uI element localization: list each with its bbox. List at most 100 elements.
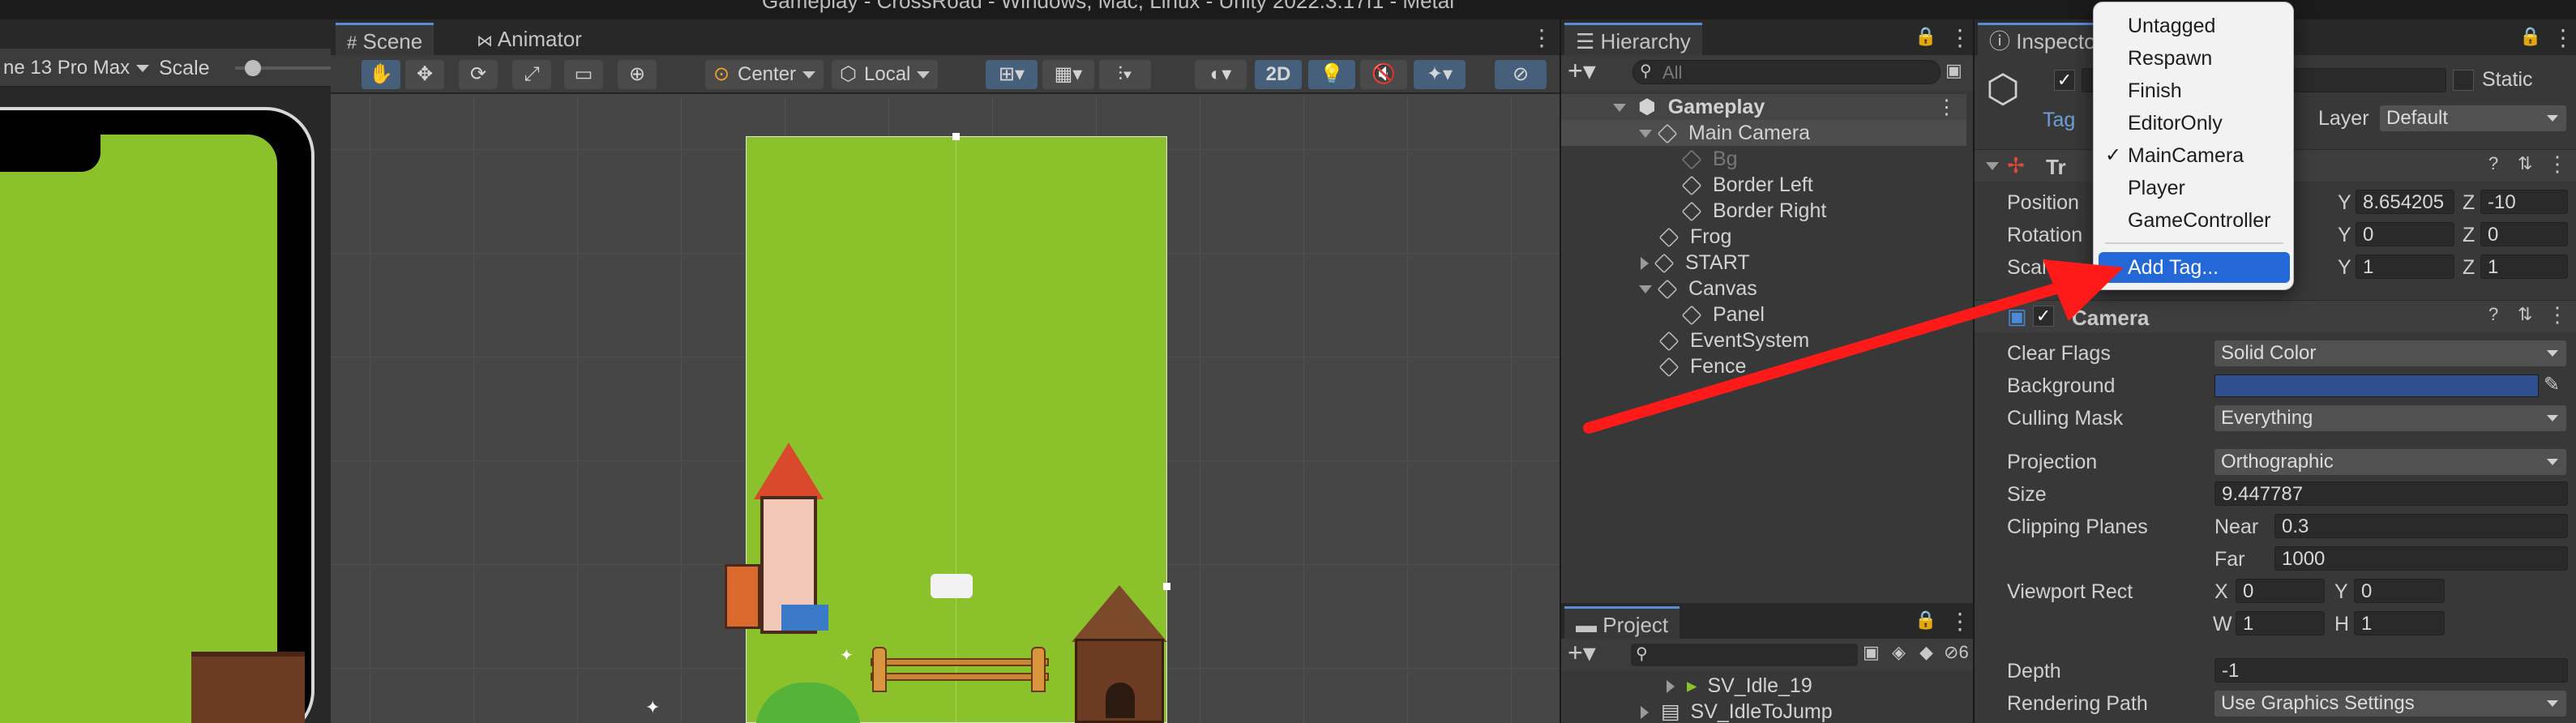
scene-panel: # Scene ⋈ Animator ⋮ ✋ ✥ ⟳ ⤢ ▭ ⊕ ⊙ Cente… xyxy=(331,19,1560,723)
active-checkbox[interactable]: ✓ xyxy=(2054,70,2075,91)
tab-inspector[interactable]: ⓘ Inspecto xyxy=(1978,23,2107,55)
scene-more-icon[interactable]: ⋮ xyxy=(1936,94,1957,120)
mode-2d-button[interactable]: 2D xyxy=(1255,60,1302,89)
search-by-label-icon[interactable]: ◈ xyxy=(1892,642,1906,663)
menu-item-respawn[interactable]: Respawn xyxy=(2094,43,2295,74)
search-by-type-icon[interactable]: ▣ xyxy=(1863,642,1880,663)
settings-icon[interactable]: ⇅ xyxy=(2518,304,2532,325)
hierarchy-item-gameplay[interactable]: ⬢ Gameplay ⋮ xyxy=(1561,94,1966,120)
clear-flags-dropdown[interactable]: Solid Color xyxy=(2214,340,2566,366)
hierarchy-search-input[interactable]: ⚲ All xyxy=(1632,60,1941,84)
tab-hierarchy[interactable]: ☰ Hierarchy xyxy=(1564,23,1702,55)
background-color-swatch[interactable] xyxy=(2214,374,2539,397)
viewport-y-field[interactable]: 0 xyxy=(2354,579,2445,603)
lighting-icon[interactable]: 💡 xyxy=(1308,60,1355,89)
tag-filter-icon[interactable]: ◆ xyxy=(1919,642,1933,663)
help-icon[interactable]: ? xyxy=(2488,153,2498,174)
hidden-objects-icon[interactable]: ⊘ xyxy=(1495,60,1547,89)
transform-icon: ✢ xyxy=(2007,153,2025,178)
projection-dropdown[interactable]: Orthographic xyxy=(2214,449,2566,475)
hierarchy-item-main-camera[interactable]: Main Camera xyxy=(1561,120,1966,146)
menu-item-maincamera[interactable]: ✓ MainCamera xyxy=(2094,140,2295,171)
move-tool-icon[interactable]: ✥ xyxy=(405,60,444,89)
static-checkbox[interactable] xyxy=(2453,70,2474,91)
rendering-path-dropdown[interactable]: Use Graphics Settings xyxy=(2214,691,2566,717)
near-field[interactable]: 0.3 xyxy=(2274,514,2568,538)
search-filter-icon[interactable]: ▣ xyxy=(1945,60,1962,81)
scale-tool-icon[interactable]: ⤢ xyxy=(512,60,551,89)
component-more-icon[interactable]: ⋮ xyxy=(2547,302,2568,327)
scale-slider[interactable] xyxy=(235,60,331,76)
viewport-h-field[interactable]: 1 xyxy=(2354,611,2445,635)
window-title: Gameplay - CrossRoad - Windows, Mac, Lin… xyxy=(762,0,1455,13)
space-dropdown[interactable]: ⬡ Local xyxy=(832,60,939,89)
menu-item-player[interactable]: Player xyxy=(2094,173,2295,203)
rect-tool-icon[interactable]: ▭ xyxy=(564,60,603,89)
hierarchy-item-border-left[interactable]: Border Left xyxy=(1561,172,1966,198)
z-axis-label: Z xyxy=(2463,224,2475,246)
eyedropper-icon[interactable]: ✎ xyxy=(2544,373,2560,396)
size-field[interactable]: 9.447787 xyxy=(2214,481,2568,506)
house-sprite-partial xyxy=(191,652,305,723)
increment-snap-icon[interactable]: ⫶▾ xyxy=(1099,60,1151,89)
hand-tool-icon[interactable]: ✋ xyxy=(362,60,400,89)
project-lock-icon[interactable]: 🔒 xyxy=(1915,610,1936,631)
rotation-y-field[interactable]: 0 xyxy=(2356,222,2454,246)
component-more-icon[interactable]: ⋮ xyxy=(2547,152,2568,177)
menu-item-finish[interactable]: Finish xyxy=(2094,75,2295,106)
depth-label: Depth xyxy=(2007,660,2061,682)
tab-project[interactable]: ▬ Project xyxy=(1564,606,1680,639)
position-z-field[interactable]: -10 xyxy=(2480,190,2568,214)
inspector-lock-icon[interactable]: 🔒 xyxy=(2519,26,2541,47)
project-search-input[interactable]: ⚲ xyxy=(1631,644,1858,666)
far-field[interactable]: 1000 xyxy=(2274,546,2568,571)
menu-item-untagged[interactable]: Untagged xyxy=(2094,11,2295,41)
scene-tab-icon: # xyxy=(347,32,357,53)
camera-top-handle[interactable] xyxy=(952,133,960,140)
rotate-tool-icon[interactable]: ⟳ xyxy=(459,60,498,89)
scene-more-menu-icon[interactable]: ⋮ xyxy=(1530,24,1553,51)
hierarchy-item-label: Main Camera xyxy=(1688,122,1811,144)
rotation-z-field[interactable]: 0 xyxy=(2480,222,2568,246)
culling-mask-dropdown[interactable]: Everything xyxy=(2214,405,2566,431)
annotation-arrow-shaft xyxy=(1583,280,2073,434)
pivot-dropdown[interactable]: ⊙ Center xyxy=(705,60,824,89)
create-plus-icon[interactable]: +▾ xyxy=(1568,55,1596,86)
scale-slider-handle[interactable] xyxy=(245,60,261,76)
audio-mute-icon[interactable]: 🔇 xyxy=(1360,60,1407,89)
draw-mode-icon[interactable]: ◐▾ xyxy=(1195,60,1247,89)
project-item[interactable]: ▤ SV_IdleToJump xyxy=(1561,699,1966,723)
grid-visibility-icon[interactable]: ▦▾ xyxy=(1042,60,1094,89)
grid-snap-icon[interactable]: ⊞▾ xyxy=(986,60,1038,89)
settings-icon[interactable]: ⇅ xyxy=(2518,153,2532,174)
depth-field[interactable]: -1 xyxy=(2214,658,2568,682)
menu-item-editoronly[interactable]: EditorOnly xyxy=(2094,108,2295,139)
hierarchy-more-icon[interactable]: ⋮ xyxy=(1949,24,1971,51)
viewport-w-label: W xyxy=(2213,613,2232,635)
hierarchy-item-border-right[interactable]: Border Right xyxy=(1561,198,1966,224)
transform-tool-icon[interactable]: ⊕ xyxy=(618,60,657,89)
project-create-icon[interactable]: +▾ xyxy=(1568,637,1596,668)
tab-scene[interactable]: # Scene xyxy=(336,23,434,55)
project-item[interactable]: ▸ SV_Idle_19 xyxy=(1561,673,1966,699)
camera-gizmo-icon[interactable] xyxy=(931,574,973,598)
static-label: Static xyxy=(2482,68,2533,91)
project-more-icon[interactable]: ⋮ xyxy=(1949,608,1971,635)
scale-z-field[interactable]: 1 xyxy=(2480,255,2568,279)
lock-icon[interactable]: 🔒 xyxy=(1915,26,1936,47)
hidden-packages-icon[interactable]: ⊘6 xyxy=(1944,642,1969,663)
scale-y-field[interactable]: 1 xyxy=(2356,255,2454,279)
effects-icon[interactable]: ✦▾ xyxy=(1414,60,1466,89)
hierarchy-item-bg[interactable]: Bg xyxy=(1561,146,1966,172)
hierarchy-tabbar: ☰ Hierarchy 🔒 ⋮ xyxy=(1561,19,1973,55)
tab-animator[interactable]: ⋈ Animator xyxy=(465,23,593,55)
viewport-x-field[interactable]: 0 xyxy=(2236,579,2325,603)
help-icon[interactable]: ? xyxy=(2488,304,2498,325)
position-y-field[interactable]: 8.654205 xyxy=(2356,190,2454,214)
viewport-w-field[interactable]: 1 xyxy=(2236,611,2325,635)
menu-item-gamecontroller[interactable]: GameController xyxy=(2094,205,2295,236)
inspector-more-icon[interactable]: ⋮ xyxy=(2552,24,2574,51)
far-label: Far xyxy=(2214,548,2245,571)
layer-dropdown[interactable]: Default xyxy=(2380,105,2566,131)
device-dropdown[interactable]: ne 13 Pro Max xyxy=(0,53,157,83)
